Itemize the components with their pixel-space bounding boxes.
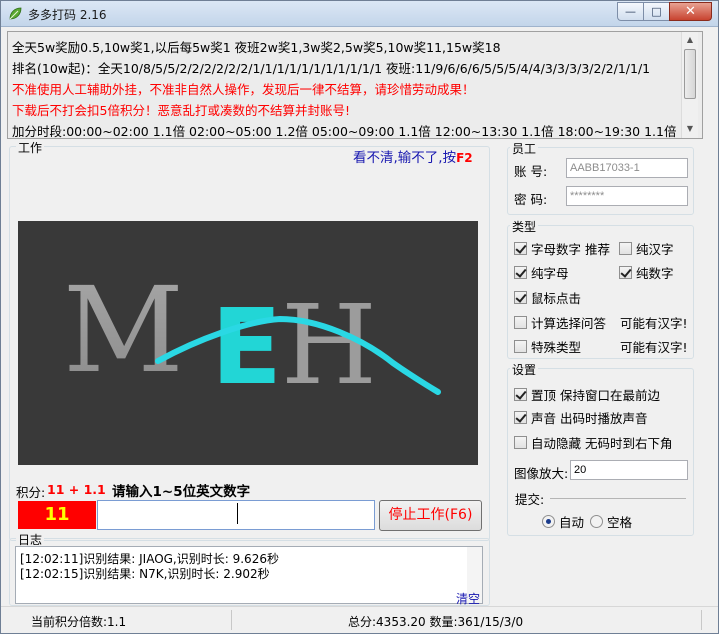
account-label: 账 号: — [514, 164, 548, 179]
always-on-top-checkbox[interactable]: 置顶 保持窗口在最前边 — [514, 385, 660, 404]
status-multiplier: 当前积分倍数:1.1 — [31, 615, 127, 629]
main-window: 多多打码 2.16 — □ ✕ 全天5w奖励0.5,10w奖1,以后每5w奖1 … — [0, 0, 719, 634]
status-divider — [701, 610, 702, 630]
type-letters-label: 纯字母 — [531, 266, 569, 281]
zoom-label: 图像放大: — [514, 466, 569, 481]
scroll-up-icon[interactable]: ▲ — [682, 32, 698, 48]
checkbox-box[interactable] — [514, 316, 527, 329]
sound-label: 声音 出码时播放声音 — [531, 411, 648, 426]
type-special-checkbox[interactable]: 特殊类型 — [514, 337, 581, 356]
window-title: 多多打码 2.16 — [28, 8, 107, 22]
app-leaf-icon — [9, 7, 22, 20]
log-list[interactable]: [12:02:11]识别结果: JIAOG,识别时长: 9.626秒 [12:0… — [15, 546, 483, 604]
close-button[interactable]: ✕ — [669, 2, 712, 21]
text-caret — [237, 503, 238, 524]
settings-group-label: 设置 — [510, 361, 539, 378]
account-field[interactable] — [566, 158, 688, 178]
password-label: 密 码: — [514, 192, 548, 207]
staff-group-label: 员工 — [510, 140, 539, 157]
checkbox-box[interactable] — [619, 266, 632, 279]
score-label: 积分: — [16, 485, 46, 500]
maximize-icon: □ — [651, 5, 662, 18]
radio-dot[interactable] — [590, 515, 603, 528]
stop-work-button[interactable]: 停止工作(F6) — [379, 500, 482, 531]
checkbox-box[interactable] — [514, 242, 527, 255]
type-group-label: 类型 — [510, 218, 539, 235]
status-totals: 总分:4353.20 数量:361/15/3/0 — [348, 615, 524, 629]
scroll-thumb[interactable] — [684, 49, 696, 99]
log-entry: [12:02:15]识别结果: N7K,识别时长: 2.902秒 — [20, 567, 270, 581]
type-letters-checkbox[interactable]: 纯字母 — [514, 263, 569, 282]
checkbox-box[interactable] — [514, 291, 527, 304]
notice-board[interactable]: 全天5w奖励0.5,10w奖1,以后每5w奖1 夜班2w奖1,3w奖2,5w奖5… — [7, 31, 703, 139]
type-calc-label: 计算选择问答 — [531, 316, 607, 331]
minimize-button[interactable]: — — [617, 2, 643, 21]
minimize-icon: — — [625, 5, 636, 18]
checkbox-box[interactable] — [514, 436, 527, 449]
type-calc-checkbox[interactable]: 计算选择问答 — [514, 313, 606, 332]
checkbox-box[interactable] — [514, 388, 527, 401]
status-divider — [231, 610, 232, 630]
title-bar[interactable]: 多多打码 2.16 — □ ✕ — [1, 1, 718, 27]
type-alnum-checkbox[interactable]: 字母数字 推荐 — [514, 239, 610, 258]
notice-line: 排名(10w起)：全天10/8/5/5/2/2/2/2/2/2/1/1/1/1/… — [12, 61, 651, 76]
captcha-letter: M — [63, 261, 184, 399]
submit-space-radio[interactable]: 空格 — [590, 512, 632, 531]
maybe-chinese-note: 可能有汉字! — [620, 340, 688, 355]
type-alnum-label: 字母数字 推荐 — [531, 242, 610, 257]
checkbox-box[interactable] — [514, 266, 527, 279]
skip-hotkey: F2 — [456, 151, 473, 165]
submit-auto-radio[interactable]: 自动 — [542, 512, 584, 531]
submit-separator — [550, 498, 686, 499]
skip-hint: 看不清,输不了,按F2 — [353, 146, 473, 166]
type-digits-checkbox[interactable]: 纯数字 — [619, 263, 674, 282]
submit-auto-label: 自动 — [559, 515, 585, 530]
skip-hint-text: 看不清,输不了,按 — [353, 150, 457, 166]
close-icon: ✕ — [685, 4, 696, 19]
submit-space-label: 空格 — [607, 515, 633, 530]
notice-scrollbar[interactable]: ▲ ▼ — [681, 32, 698, 138]
status-bar: 当前积分倍数:1.1 总分:4353.20 数量:361/15/3/0 — [1, 606, 718, 633]
type-click-label: 鼠标点击 — [531, 291, 582, 306]
password-field[interactable] — [566, 186, 688, 206]
work-group-label: 工作 — [16, 139, 45, 156]
auto-hide-checkbox[interactable]: 自动隐藏 无码时到右下角 — [514, 433, 672, 452]
answer-input[interactable] — [97, 500, 375, 530]
countdown-counter: 11 — [18, 501, 96, 529]
type-special-label: 特殊类型 — [531, 340, 582, 355]
checkbox-box[interactable] — [514, 340, 527, 353]
type-click-checkbox[interactable]: 鼠标点击 — [514, 288, 581, 307]
score-value: 11 + 1.1 — [47, 482, 106, 497]
checkbox-box[interactable] — [514, 411, 527, 424]
type-chinese-label: 纯汉字 — [636, 242, 674, 257]
notice-line: 下载后不打会扣5倍积分！恶意乱打或凑数的不结算并封账号! — [12, 103, 350, 118]
always-on-top-label: 置顶 保持窗口在最前边 — [531, 388, 660, 403]
type-chinese-checkbox[interactable]: 纯汉字 — [619, 239, 674, 258]
clear-log-link[interactable]: 清空 — [456, 590, 480, 607]
checkbox-box[interactable] — [619, 242, 632, 255]
notice-line: 加分时段:00:00~02:00 1.1倍 02:00~05:00 1.2倍 0… — [12, 124, 677, 139]
captcha-letter: E — [211, 286, 282, 408]
type-digits-label: 纯数字 — [636, 266, 674, 281]
caption-buttons: — □ ✕ — [617, 2, 712, 21]
captcha-image: M E H — [18, 221, 478, 465]
radio-dot[interactable] — [542, 515, 555, 528]
submit-label: 提交: — [515, 492, 545, 507]
input-prompt: 请输入1~5位英文数字 — [112, 484, 251, 500]
scroll-down-icon[interactable]: ▼ — [682, 121, 698, 137]
sound-checkbox[interactable]: 声音 出码时播放声音 — [514, 408, 647, 427]
auto-hide-label: 自动隐藏 无码时到右下角 — [531, 436, 673, 451]
maybe-chinese-note: 可能有汉字! — [620, 316, 688, 331]
zoom-field[interactable] — [570, 460, 688, 480]
notice-line: 不准使用人工辅助外挂，不准非自然人操作，发现后一律不结算，请珍惜劳动成果！ — [12, 82, 475, 97]
captcha-drawing: M E H — [63, 261, 441, 409]
notice-line: 全天5w奖励0.5,10w奖1,以后每5w奖1 夜班2w奖1,3w奖2,5w奖5… — [12, 40, 501, 55]
maximize-button[interactable]: □ — [643, 2, 669, 21]
